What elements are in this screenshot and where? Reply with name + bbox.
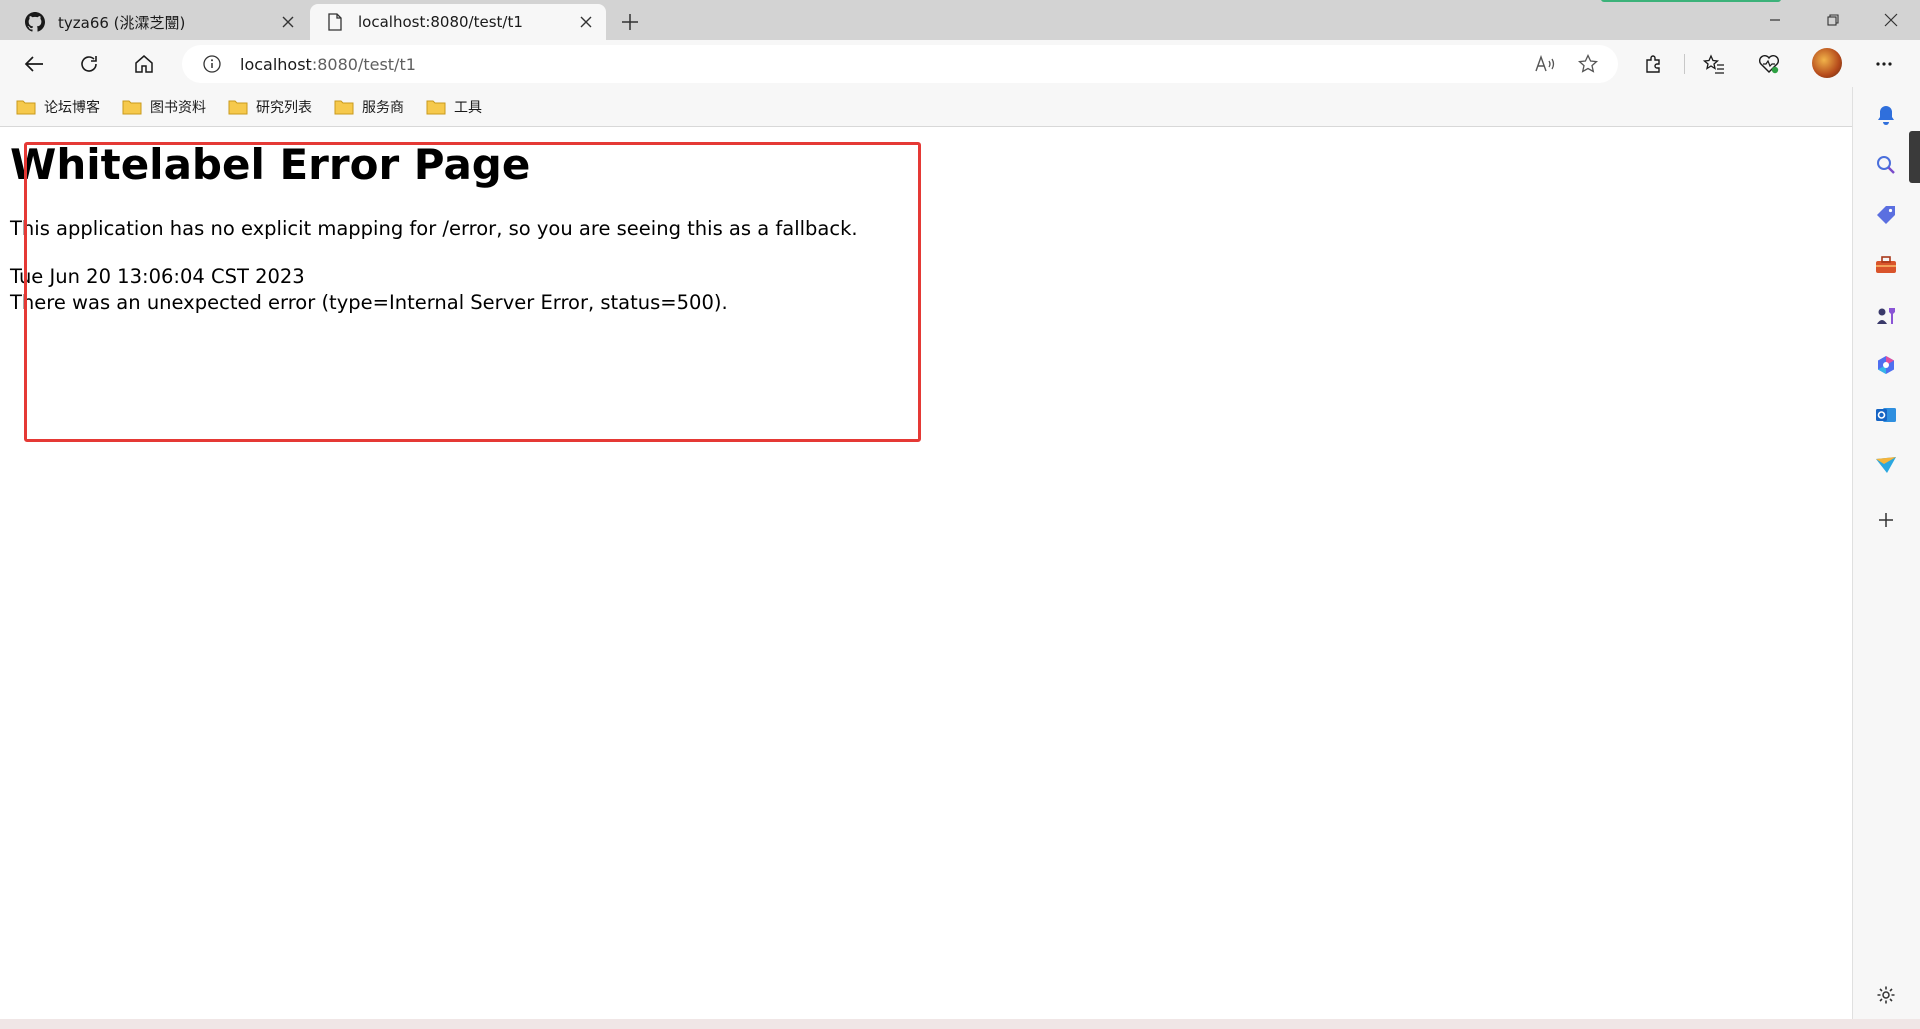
tab-strip: tyza66 (洮瀮芝闓) localhost:8080/test/t1 xyxy=(0,0,1920,40)
new-tab-button[interactable] xyxy=(614,6,646,38)
bell-icon[interactable] xyxy=(1871,100,1901,130)
home-icon[interactable] xyxy=(127,48,161,80)
close-window-icon[interactable] xyxy=(1862,0,1920,40)
back-arrow-icon[interactable] xyxy=(17,48,51,80)
browser-window: tyza66 (洮瀮芝闓) localhost:8080/test/t1 loc… xyxy=(0,0,1920,1029)
outlook-icon[interactable] xyxy=(1871,400,1901,430)
games-icon[interactable] xyxy=(1871,300,1901,330)
profile-avatar[interactable] xyxy=(1812,48,1842,78)
more-options-icon[interactable] xyxy=(1867,48,1901,80)
close-tab-icon[interactable] xyxy=(274,8,302,36)
favorites-icon[interactable] xyxy=(1697,48,1731,80)
search-icon[interactable] xyxy=(1871,150,1901,180)
settings-gear-icon[interactable] xyxy=(1871,980,1901,1010)
restore-icon[interactable] xyxy=(1804,0,1862,40)
refresh-icon[interactable] xyxy=(72,48,106,80)
url-text[interactable]: localhost:8080/test/t1 xyxy=(240,55,1532,74)
page-icon xyxy=(324,11,346,33)
page-content: Whitelabel Error Page This application h… xyxy=(0,128,1852,1019)
bookmark-folder[interactable]: 研究列表 xyxy=(228,97,312,117)
bookmark-label: 图书资料 xyxy=(150,99,206,116)
folder-icon xyxy=(16,100,36,114)
read-aloud-icon[interactable] xyxy=(1532,50,1560,78)
url-path: :8080/test/t1 xyxy=(311,54,416,74)
close-tab-icon[interactable] xyxy=(572,8,600,36)
address-bar[interactable]: localhost:8080/test/t1 xyxy=(182,45,1618,83)
tab-localhost[interactable]: localhost:8080/test/t1 xyxy=(310,4,606,40)
microsoft-365-icon[interactable] xyxy=(1871,350,1901,380)
annotation-highlight-box xyxy=(24,142,921,442)
browser-essentials-icon[interactable] xyxy=(1752,48,1786,80)
bookmark-label: 服务商 xyxy=(362,99,404,116)
shopping-tag-icon[interactable] xyxy=(1871,200,1901,230)
bookmark-folder[interactable]: 工具 xyxy=(426,97,482,117)
add-icon[interactable] xyxy=(1871,505,1901,535)
taskbar-edge xyxy=(0,1019,1920,1029)
browser-toolbar: localhost:8080/test/t1 xyxy=(0,40,1920,87)
minimize-icon[interactable] xyxy=(1746,0,1804,40)
folder-icon xyxy=(334,100,354,114)
github-icon xyxy=(24,11,46,33)
bookmark-label: 工具 xyxy=(454,99,482,116)
folder-icon xyxy=(228,100,248,114)
edge-sidebar xyxy=(1852,87,1920,1019)
bookmark-folder[interactable]: 图书资料 xyxy=(122,97,206,117)
tab-title: localhost:8080/test/t1 xyxy=(358,13,523,31)
bookmark-label: 论坛博客 xyxy=(44,99,100,116)
address-bar-actions xyxy=(1532,50,1602,78)
bookmark-folder[interactable]: 论坛博客 xyxy=(16,97,100,117)
bookmarks-bar: 论坛博客 图书资料 研究列表 服务商 工具 xyxy=(0,87,1852,127)
folder-icon xyxy=(426,100,446,114)
toolbox-icon[interactable] xyxy=(1871,250,1901,280)
toolbar-divider xyxy=(1684,54,1685,74)
send-drop-icon[interactable] xyxy=(1871,450,1901,480)
folder-icon xyxy=(122,100,142,114)
bookmark-label: 研究列表 xyxy=(256,99,312,116)
url-host: localhost xyxy=(240,54,312,74)
info-icon[interactable] xyxy=(198,50,226,78)
bookmark-folder[interactable]: 服务商 xyxy=(334,97,404,117)
tab-github[interactable]: tyza66 (洮瀮芝闓) xyxy=(8,4,308,40)
extensions-icon[interactable] xyxy=(1636,48,1670,80)
window-controls xyxy=(1746,0,1920,40)
sidebar-handle[interactable] xyxy=(1909,131,1920,183)
favorite-star-icon[interactable] xyxy=(1574,50,1602,78)
tab-title: tyza66 (洮瀮芝闓) xyxy=(58,13,186,32)
